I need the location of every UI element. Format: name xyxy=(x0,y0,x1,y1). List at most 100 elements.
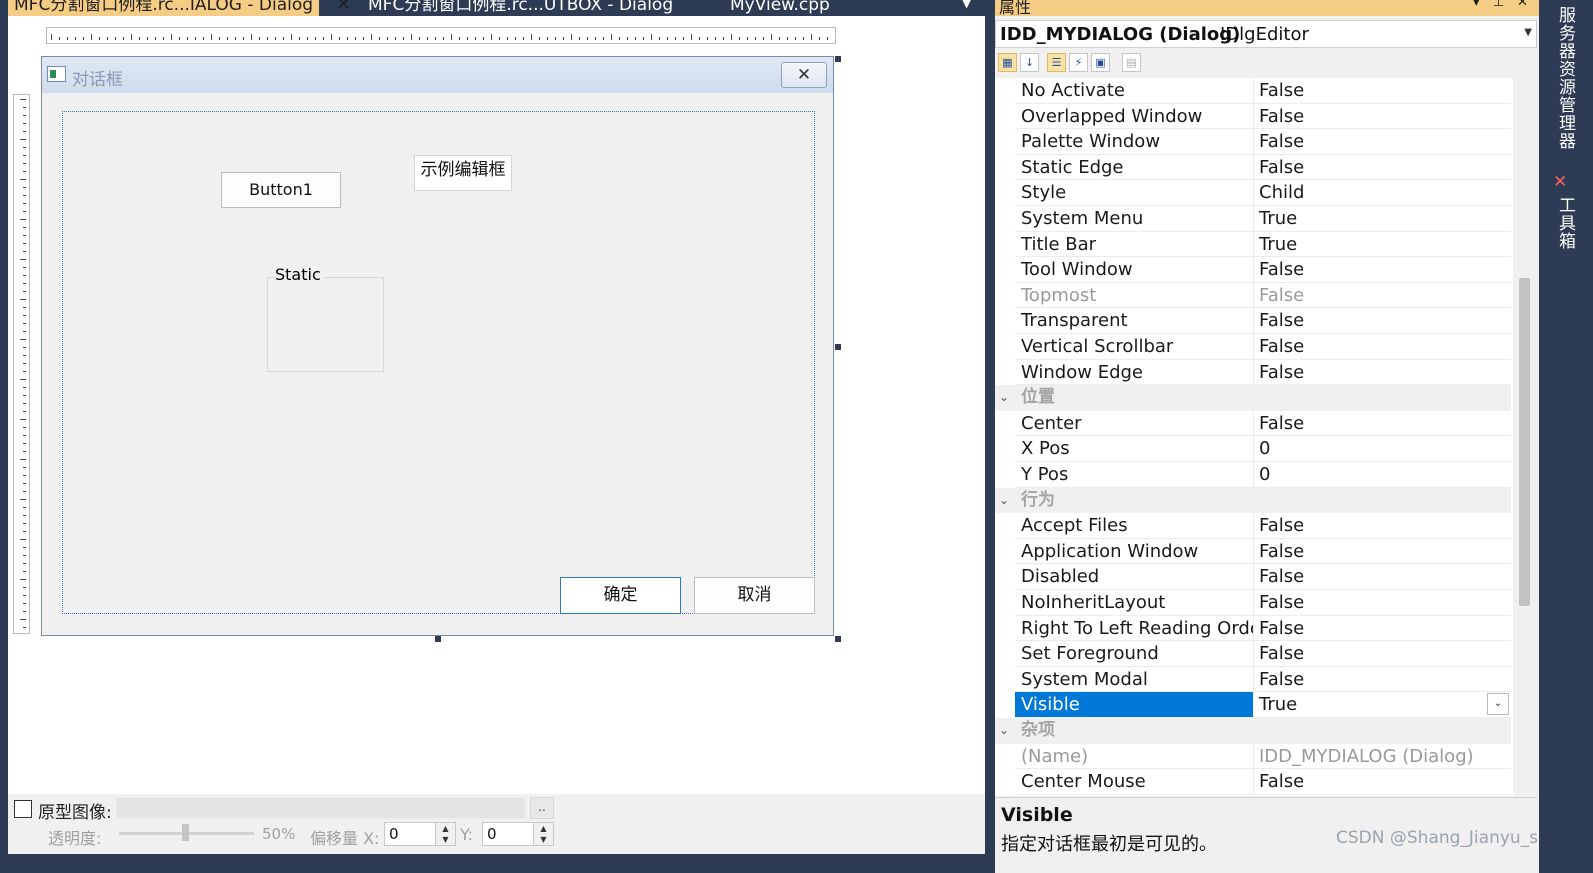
prototype-image-checkbox[interactable] xyxy=(14,800,32,818)
property-name[interactable]: Window Edge xyxy=(1015,359,1253,386)
property-value[interactable]: False xyxy=(1253,154,1511,181)
properties-close-icon[interactable]: ✕ xyxy=(1517,0,1528,10)
property-name[interactable]: Transparent xyxy=(1015,308,1253,334)
property-row[interactable]: NoInheritLayout False xyxy=(995,590,1513,616)
value-dropdown-chevron-down-icon[interactable]: ⌄ xyxy=(1487,693,1509,716)
offset-x-value[interactable]: 0 xyxy=(389,825,399,843)
property-row[interactable]: (Name) IDD_MYDIALOG (Dialog) xyxy=(995,743,1513,770)
property-value[interactable]: False xyxy=(1253,334,1511,360)
property-row[interactable]: Center Mouse False xyxy=(995,769,1513,795)
property-value[interactable]: False xyxy=(1253,308,1511,334)
horizontal-ruler[interactable] xyxy=(46,27,836,44)
property-row[interactable]: Topmost False xyxy=(995,282,1513,309)
property-name[interactable]: Accept Files xyxy=(1015,513,1253,539)
property-value[interactable]: False xyxy=(1253,410,1511,437)
static-text-control[interactable]: Static xyxy=(273,265,323,284)
categorized-view-icon[interactable]: ▦ xyxy=(998,53,1017,72)
property-category[interactable]: ⌄ 行为 xyxy=(995,487,1513,514)
property-name[interactable]: NoInheritLayout xyxy=(1015,590,1253,616)
property-value[interactable]: 0 xyxy=(1253,436,1511,462)
category-collapse-chevron-icon[interactable]: ⌄ xyxy=(999,385,1009,411)
property-value[interactable]: False xyxy=(1253,282,1511,309)
property-value[interactable]: True xyxy=(1253,206,1511,232)
properties-view-icon[interactable]: ☰ xyxy=(1047,53,1066,72)
property-row[interactable]: System Menu True xyxy=(995,206,1513,232)
cancel-button-control[interactable]: 取消 xyxy=(694,577,815,614)
resize-handle-bottom-right[interactable] xyxy=(835,636,841,642)
offset-x-spin-arrows-icon[interactable]: ▲ ▼ xyxy=(435,823,455,845)
dialog-preview[interactable]: 对话框 ✕ Button1 示例编辑框 Static 确定 取消 xyxy=(41,56,834,636)
property-name[interactable]: Disabled xyxy=(1015,564,1253,590)
tab-aboutbox-editor[interactable]: MFC分割窗口例程.rc...UTBOX - Dialog xyxy=(362,0,679,16)
property-row[interactable]: Palette Window False xyxy=(995,129,1513,155)
tab-list-dropdown-icon[interactable]: ▼ xyxy=(962,0,971,10)
category-collapse-chevron-icon[interactable]: ⌄ xyxy=(999,718,1009,744)
property-value[interactable]: 0 xyxy=(1253,462,1511,488)
prototype-image-path-input[interactable] xyxy=(116,797,526,819)
property-name[interactable]: Vertical Scrollbar xyxy=(1015,334,1253,360)
property-name[interactable]: Right To Left Reading Orde xyxy=(1015,615,1253,642)
object-selector-chevron-down-icon[interactable]: ▼ xyxy=(1524,27,1532,38)
property-name[interactable]: System Menu xyxy=(1015,206,1253,232)
alphabetical-sort-icon[interactable]: ↓ xyxy=(1020,53,1039,72)
property-row[interactable]: System Modal False xyxy=(995,666,1513,693)
property-row[interactable]: Set Foreground False xyxy=(995,641,1513,667)
side-tab-server-explorer[interactable]: 服务器资源管理器 xyxy=(1553,6,1578,150)
property-value[interactable]: False xyxy=(1253,615,1511,642)
property-category[interactable]: ⌄ 杂项 xyxy=(995,718,1513,744)
property-row[interactable]: X Pos 0 xyxy=(995,436,1513,462)
property-grid-scrollbar[interactable] xyxy=(1515,78,1535,796)
property-name[interactable]: Center xyxy=(1015,410,1253,437)
properties-pin-icon[interactable]: ⊥ xyxy=(1493,0,1504,10)
property-row[interactable]: Window Edge False xyxy=(995,359,1513,386)
property-grid-scroll-thumb[interactable] xyxy=(1519,278,1530,606)
offset-y-spinner[interactable]: 0 ▲ ▼ xyxy=(482,822,554,846)
properties-menu-icon[interactable]: ▾ xyxy=(1473,0,1480,10)
property-name[interactable]: X Pos xyxy=(1015,436,1253,462)
resize-handle-bottom[interactable] xyxy=(435,636,441,642)
property-value[interactable]: False xyxy=(1253,590,1511,616)
object-selector[interactable]: IDD_MYDIALOG (Dialog) IDlgEditor ▼ xyxy=(995,20,1537,48)
property-name[interactable]: System Modal xyxy=(1015,666,1253,693)
button1-control[interactable]: Button1 xyxy=(221,172,341,208)
prototype-browse-button[interactable]: .. xyxy=(530,797,554,819)
property-value[interactable]: Child xyxy=(1253,180,1511,206)
property-name[interactable]: Topmost xyxy=(1015,282,1253,309)
opacity-slider-thumb[interactable] xyxy=(182,824,189,841)
property-row[interactable]: Static Edge False xyxy=(995,154,1513,181)
ok-button-control[interactable]: 确定 xyxy=(560,577,681,614)
offset-y-value[interactable]: 0 xyxy=(487,825,497,843)
property-value[interactable]: False xyxy=(1253,129,1511,155)
static-group-box[interactable] xyxy=(267,277,384,372)
property-name[interactable]: No Activate xyxy=(1015,78,1253,104)
property-name[interactable]: Style xyxy=(1015,180,1253,206)
property-row[interactable]: Overlapped Window False xyxy=(995,103,1513,130)
messages-view-icon[interactable]: ▣ xyxy=(1091,53,1110,72)
property-row[interactable]: Vertical Scrollbar False xyxy=(995,334,1513,360)
property-value[interactable]: False xyxy=(1253,769,1511,795)
property-row[interactable]: Title Bar True xyxy=(995,231,1513,258)
property-value[interactable]: IDD_MYDIALOG (Dialog) xyxy=(1253,743,1511,770)
property-name[interactable]: Tool Window xyxy=(1015,257,1253,283)
offset-y-spin-arrows-icon[interactable]: ▲ ▼ xyxy=(533,823,553,845)
property-value[interactable]: False xyxy=(1253,538,1511,565)
tab-dialog-editor[interactable]: MFC分割窗口例程.rc...IALOG - Dialog xyxy=(8,0,320,16)
property-value[interactable]: False xyxy=(1253,641,1511,667)
property-value[interactable]: False xyxy=(1253,257,1511,283)
tab-myview-cpp[interactable]: MyView.cpp xyxy=(724,0,836,16)
property-name[interactable]: Overlapped Window xyxy=(1015,103,1253,130)
resize-handle-top-right[interactable] xyxy=(835,56,841,62)
side-tab-toolbox[interactable]: 工具箱 xyxy=(1553,196,1578,250)
property-row[interactable]: Disabled False xyxy=(995,564,1513,590)
events-view-icon[interactable]: ⚡ xyxy=(1069,53,1088,72)
property-value[interactable]: True xyxy=(1253,231,1511,258)
property-name[interactable]: Static Edge xyxy=(1015,154,1253,181)
property-name[interactable]: Center Mouse xyxy=(1015,769,1253,795)
resize-handle-right[interactable] xyxy=(835,344,841,350)
design-canvas[interactable]: 对话框 ✕ Button1 示例编辑框 Static 确定 取消 xyxy=(8,16,985,794)
dialog-close-icon[interactable]: ✕ xyxy=(781,62,827,88)
property-row[interactable]: Transparent False xyxy=(995,308,1513,334)
edit-box-control[interactable]: 示例编辑框 xyxy=(414,155,512,191)
property-row[interactable]: Style Child xyxy=(995,180,1513,206)
property-value[interactable]: False xyxy=(1253,78,1511,104)
